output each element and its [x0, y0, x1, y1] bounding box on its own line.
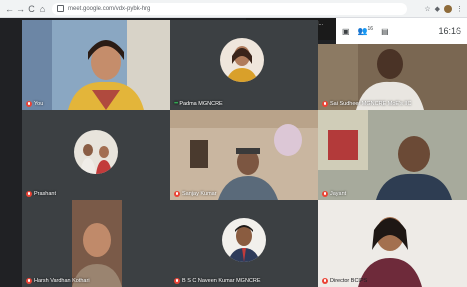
you-tag: You [455, 29, 464, 35]
video-harsh [22, 200, 170, 287]
avatar [74, 130, 118, 174]
video-sanjay [170, 110, 318, 200]
tile-padma[interactable]: ••• Padma MGNCRE [170, 20, 318, 110]
back-icon[interactable]: ← [4, 0, 15, 18]
tile-label: Jayant [322, 191, 346, 197]
info-icon[interactable]: ▣ [342, 27, 350, 36]
video-jayant [318, 110, 467, 200]
url-text: meet.google.com/vdx-pybk-hrg [68, 5, 151, 12]
avatar [220, 38, 264, 82]
video-you [22, 20, 170, 110]
avatar [222, 218, 266, 262]
star-icon[interactable]: ☆ [424, 5, 430, 13]
mic-off-icon [322, 278, 328, 284]
tile-harsh[interactable]: Harsh Vardhan Kothari [22, 200, 170, 287]
video-director [318, 200, 467, 287]
forward-icon[interactable]: → [15, 0, 26, 18]
tile-sanjay[interactable]: Sanjay Kumar [170, 110, 318, 200]
home-icon[interactable]: ⌂ [37, 0, 48, 18]
participants-count: 16 [367, 26, 374, 33]
tile-prashant[interactable]: Prashant [22, 110, 170, 200]
chat-icon[interactable]: ▤ [381, 27, 389, 36]
tile-label: Sai Sudheer MGNCRE MoE's IIC [322, 101, 411, 107]
menu-icon[interactable]: ⋮ [456, 5, 463, 13]
speaking-indicator-icon: ••• [174, 101, 178, 107]
tile-label: B S C Naveen Kumar MGNCRE [174, 278, 261, 284]
meet-header: ▣ 👥16 ▤ 16:16 [336, 18, 467, 44]
tile-you[interactable]: You [22, 20, 170, 110]
tile-director-bcips[interactable]: Director BCIPS [318, 200, 467, 287]
mic-off-icon [26, 191, 32, 197]
browser-toolbar: ← → C ⌂ meet.google.com/vdx-pybk-hrg ☆ ◆… [0, 0, 467, 18]
extension-icon[interactable]: ◆ [435, 5, 440, 13]
tile-jayant[interactable]: Jayant [318, 110, 467, 200]
tile-label: Harsh Vardhan Kothari [26, 278, 90, 284]
tile-label: Sanjay Kumar [174, 191, 217, 197]
tile-sai-sudheer[interactable]: Sai Sudheer MGNCRE MoE's IIC [318, 44, 467, 110]
mic-off-icon [174, 191, 180, 197]
lock-icon [57, 5, 64, 12]
mic-off-icon [322, 191, 328, 197]
people-icon[interactable]: 👥16 [358, 26, 374, 36]
tile-label: Prashant [26, 191, 56, 197]
mic-off-icon [26, 101, 32, 107]
mic-off-icon [26, 278, 32, 284]
mic-off-icon [322, 101, 328, 107]
tile-label: Director BCIPS [322, 278, 367, 284]
browser-right-icons: ☆ ◆ ⋮ [424, 4, 463, 13]
address-bar[interactable]: meet.google.com/vdx-pybk-hrg [52, 2, 407, 15]
tile-label: ••• Padma MGNCRE [174, 101, 223, 107]
tile-bsc-naveen[interactable]: B S C Naveen Kumar MGNCRE [170, 200, 318, 287]
profile-avatar[interactable] [444, 4, 452, 13]
tile-label: You [26, 101, 43, 107]
mic-off-icon [174, 278, 180, 284]
reload-icon[interactable]: C [26, 0, 37, 18]
